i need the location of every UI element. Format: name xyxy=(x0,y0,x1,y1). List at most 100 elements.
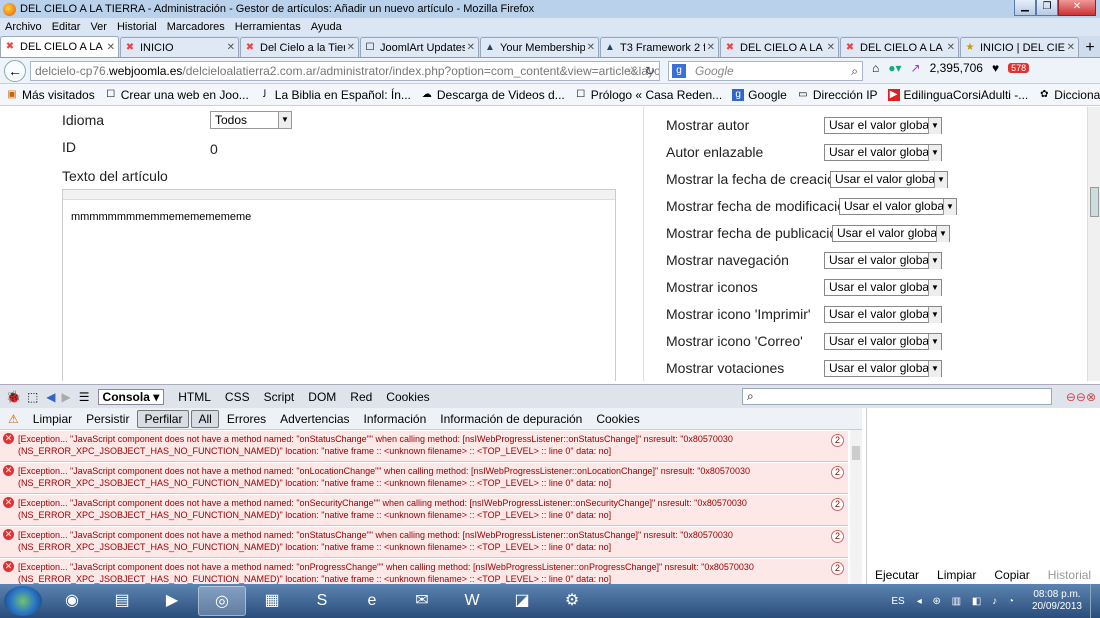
close-tab-icon[interactable]: ✕ xyxy=(827,42,835,53)
menu-archivo[interactable]: Archivo xyxy=(0,21,47,33)
media-player-taskbar-icon[interactable]: ▶ xyxy=(148,586,196,616)
panel-tab-cookies[interactable]: Cookies xyxy=(386,390,429,404)
browser-tab[interactable]: ✖ Del Cielo a la Tierr...✕ xyxy=(240,37,359,57)
option-select[interactable]: Usar el valor global ▼ xyxy=(824,144,942,161)
menu-marcadores[interactable]: Marcadores xyxy=(162,21,230,33)
browser-tab[interactable]: ☐ JoomlArt Updates...✕ xyxy=(360,37,479,57)
new-tab-button[interactable]: + xyxy=(1080,39,1100,57)
close-tab-icon[interactable]: ✕ xyxy=(107,42,115,53)
console-error-entry[interactable]: ✕ [Exception... "JavaScript component doe… xyxy=(0,431,848,462)
filter-advertencias-button[interactable]: Advertencias xyxy=(274,411,355,427)
ie-taskbar-icon[interactable]: e xyxy=(348,586,396,616)
bookmark-item[interactable]: ▶ EdilinguaCorsiAdulti -... xyxy=(887,88,1028,102)
list-icon[interactable]: ☰ xyxy=(79,390,90,404)
browser-tab[interactable]: ✖ DEL CIELO A LA TI...✕ xyxy=(0,36,119,57)
inspect-icon[interactable]: ⬚ xyxy=(27,390,38,404)
bookmark-item[interactable]: ☁ Descarga de Videos d... xyxy=(421,88,565,102)
idioma-select[interactable]: Todos ▼ xyxy=(210,111,292,129)
bookmark-item[interactable]: ▣ Más visitados xyxy=(6,88,94,102)
panel-tab-script[interactable]: Script xyxy=(264,390,295,404)
console-error-entry[interactable]: ✕ [Exception... "JavaScript component doe… xyxy=(0,463,848,494)
copiar-button[interactable]: Copiar xyxy=(994,568,1029,584)
reload-icon[interactable]: ↻ xyxy=(645,62,655,80)
article-text-editor[interactable]: mmmmmmmmemmemememememe xyxy=(62,189,616,381)
menu-ver[interactable]: Ver xyxy=(85,21,112,33)
panel-tab-dom[interactable]: DOM xyxy=(308,390,336,404)
home-icon[interactable]: ⌂ xyxy=(872,61,879,75)
option-select[interactable]: Usar el valor global ▼ xyxy=(824,306,942,323)
close-tab-icon[interactable]: ✕ xyxy=(467,42,475,53)
close-tab-icon[interactable]: ✕ xyxy=(347,42,355,53)
perfilar-button[interactable]: Perfilar xyxy=(137,409,190,428)
filter-depuracion-button[interactable]: Información de depuración xyxy=(434,411,588,427)
minimize-button[interactable]: ▁ xyxy=(1014,0,1036,16)
option-select[interactable]: Usar el valor global ▼ xyxy=(830,171,948,188)
option-select[interactable]: Usar el valor global ▼ xyxy=(824,252,942,269)
close-tab-icon[interactable]: ✕ xyxy=(227,42,235,53)
panel-tab-consola[interactable]: Consola ▾ xyxy=(97,388,165,405)
bookmark-item[interactable]: g Google xyxy=(732,88,787,102)
clock[interactable]: 08:08 p.m. 20/09/2013 xyxy=(1032,589,1082,613)
close-tab-icon[interactable]: ✕ xyxy=(947,42,955,53)
addon-icon[interactable]: ●▾ xyxy=(888,61,901,75)
panel-tab-red[interactable]: Red xyxy=(350,390,372,404)
forward-icon[interactable]: ▶ xyxy=(62,390,71,404)
filter-cookies-button[interactable]: Cookies xyxy=(590,411,645,427)
explorer-taskbar-icon[interactable]: ▤ xyxy=(98,586,146,616)
menu-historial[interactable]: Historial xyxy=(112,21,162,33)
show-desktop-button[interactable] xyxy=(1090,584,1100,618)
bookmark-item[interactable]: ☐ Prólogo « Casa Reden... xyxy=(575,88,722,102)
close-tab-icon[interactable]: ✕ xyxy=(707,42,715,53)
back-button[interactable]: ← xyxy=(4,59,26,82)
firefox-taskbar-icon[interactable]: ◎ xyxy=(198,586,246,616)
console-error-entry[interactable]: ✕ [Exception... "JavaScript component doe… xyxy=(0,559,848,584)
browser-tab[interactable]: ★ INICIO | DEL CIEL...✕ xyxy=(960,37,1079,57)
word-taskbar-icon[interactable]: W xyxy=(448,586,496,616)
search-box[interactable]: g Google ⌕ xyxy=(668,61,863,81)
option-select[interactable]: Usar el valor global ▼ xyxy=(839,198,957,215)
console-error-entry[interactable]: ✕ [Exception... "JavaScript component doe… xyxy=(0,495,848,526)
bookmark-item[interactable]: ▭ Dirección IP xyxy=(797,88,877,102)
chrome-taskbar-icon[interactable]: ◉ xyxy=(48,586,96,616)
bookmark-item[interactable]: ☐ Crear una web en Joo... xyxy=(105,88,249,102)
command-editor[interactable] xyxy=(866,408,1100,584)
firebug-window-controls-icon[interactable]: ⊖⊖⊗ xyxy=(1066,390,1096,404)
calculator-taskbar-icon[interactable]: ▦ xyxy=(248,586,296,616)
tray-icons[interactable]: ◂ ⊛ ▥ ◧ ♪ ◔ xyxy=(917,596,1018,607)
back-icon[interactable]: ◀ xyxy=(46,390,55,404)
browser-tab[interactable]: ▲ T3 Framework 2 f...✕ xyxy=(600,37,719,57)
limpiar-button[interactable]: Limpiar xyxy=(27,411,78,427)
option-select[interactable]: Usar el valor global ▼ xyxy=(824,117,942,134)
page-scrollbar[interactable] xyxy=(1087,107,1100,381)
browser-tab[interactable]: ✖ DEL CIELO A LA TI...✕ xyxy=(840,37,959,57)
close-tab-icon[interactable]: ✕ xyxy=(587,42,595,53)
browser-tab[interactable]: ▲ Your Membership...✕ xyxy=(480,37,599,57)
console-error-entry[interactable]: ✕ [Exception... "JavaScript component doe… xyxy=(0,527,848,558)
maximize-button[interactable]: ❐ xyxy=(1036,0,1058,16)
browser-tab[interactable]: ✖ INICIO ✕ xyxy=(120,37,239,57)
editor-content[interactable]: mmmmmmmmemmemememememe xyxy=(63,200,615,234)
start-button[interactable] xyxy=(4,586,42,616)
filter-errores-button[interactable]: Errores xyxy=(221,411,272,427)
menu-ayuda[interactable]: Ayuda xyxy=(306,21,347,33)
bookmark-item[interactable]: ✿ Diccionario de la leng... xyxy=(1038,88,1100,102)
option-select[interactable]: Usar el valor global ▼ xyxy=(832,225,950,242)
bookmark-item[interactable]: ﻟ La Biblia en Español: Ín... xyxy=(259,88,411,102)
panel-tab-css[interactable]: CSS xyxy=(225,390,250,404)
browser-tab[interactable]: ✖ DEL CIELO A LA TI...✕ xyxy=(720,37,839,57)
menu-editar[interactable]: Editar xyxy=(47,21,86,33)
firebug-search-input[interactable]: ⌕ xyxy=(742,388,1052,405)
historial-button[interactable]: Historial xyxy=(1048,568,1091,584)
url-bar[interactable]: delcielo-cp76.webjoomla.es/delcieloalati… xyxy=(30,61,660,81)
panel-tab-html[interactable]: HTML xyxy=(178,390,211,404)
scrollbar-thumb[interactable] xyxy=(852,446,860,460)
ejecutar-button[interactable]: Ejecutar xyxy=(875,568,919,584)
option-select[interactable]: Usar el valor global ▼ xyxy=(824,333,942,350)
search-icon[interactable]: ⌕ xyxy=(851,62,858,80)
google-icon[interactable]: g xyxy=(672,64,686,78)
skype-taskbar-icon[interactable]: S xyxy=(298,586,346,616)
close-tab-icon[interactable]: ✕ xyxy=(1067,42,1075,53)
filter-all-button[interactable]: All xyxy=(191,409,219,428)
notification-icon[interactable]: ♥ xyxy=(992,61,999,75)
app-taskbar-icon[interactable]: ◪ xyxy=(498,586,546,616)
